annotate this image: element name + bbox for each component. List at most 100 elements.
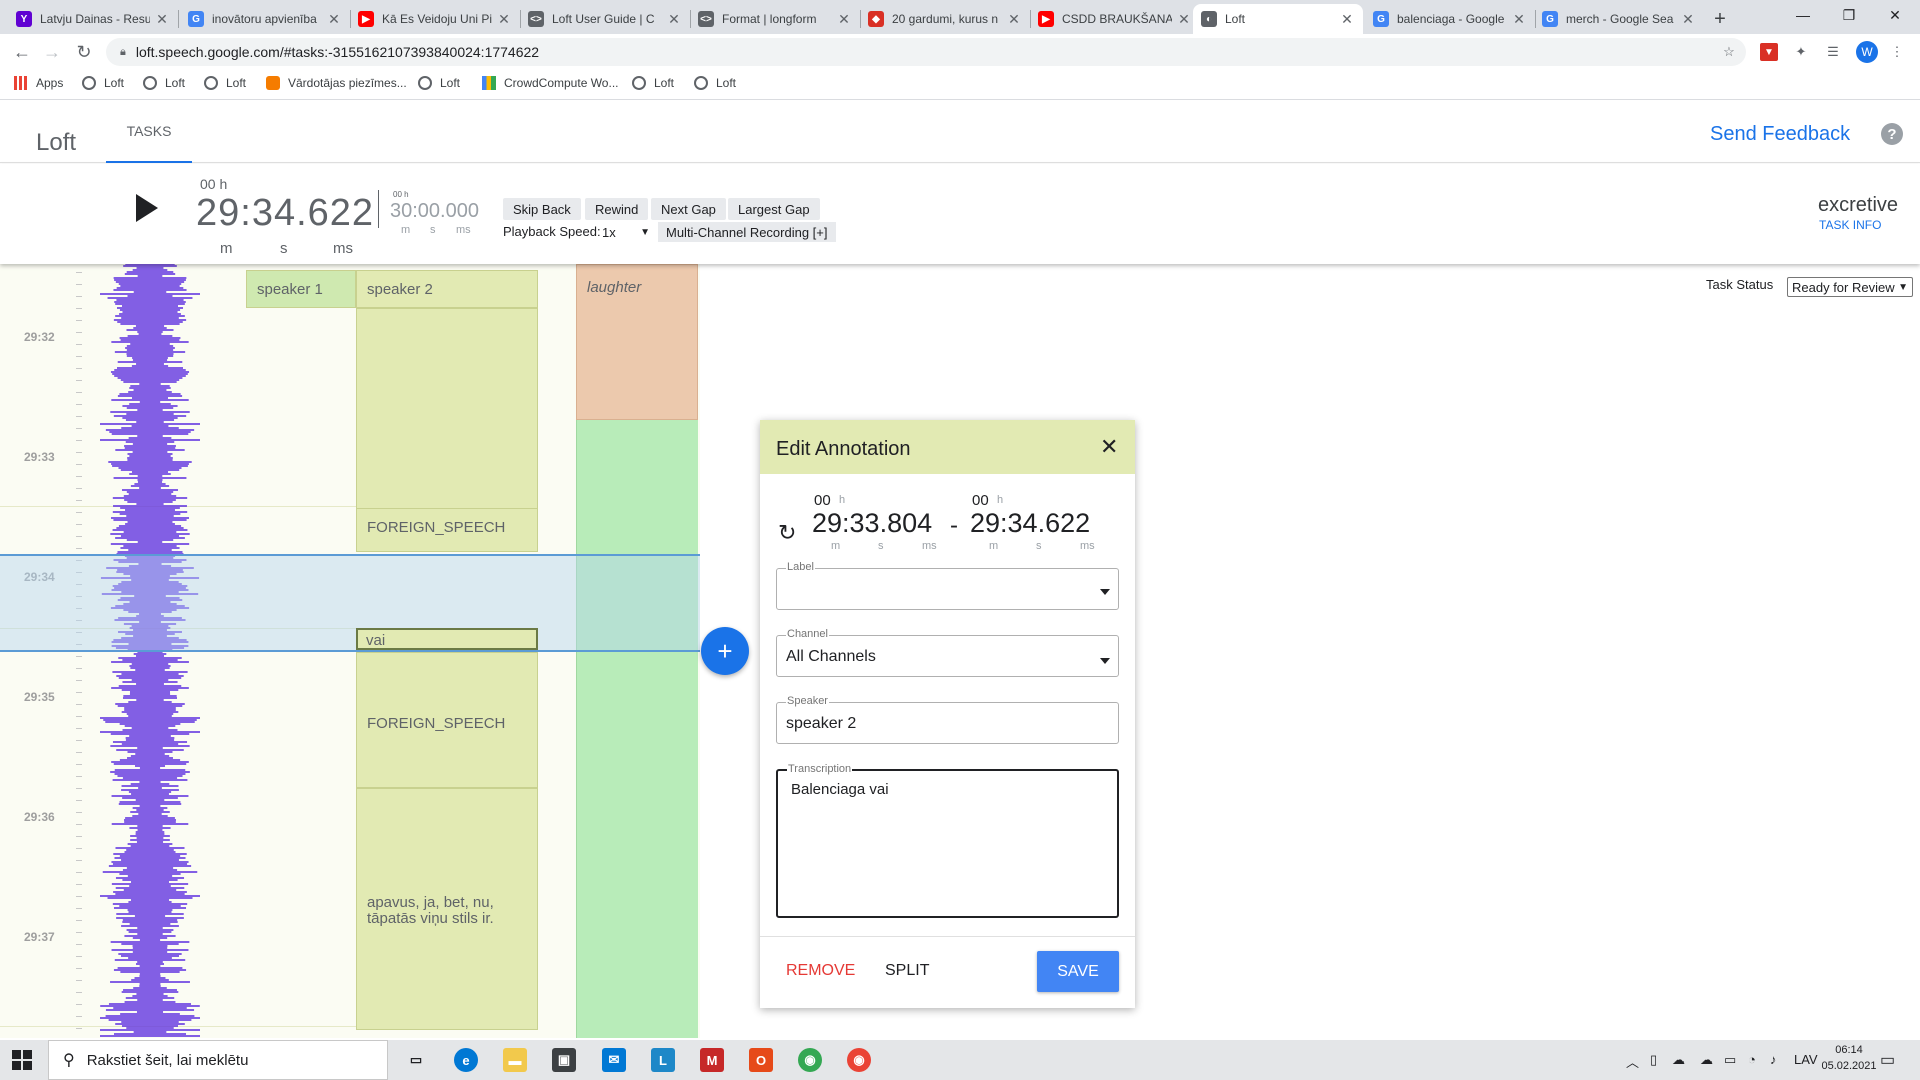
tab-close-icon[interactable]: ✕ [154, 11, 170, 28]
rewind-button[interactable]: Rewind [585, 198, 649, 220]
tab-close-icon[interactable]: ✕ [1176, 11, 1192, 28]
speaker-field[interactable]: Speaker speaker 2 [776, 695, 1119, 744]
browser-tab[interactable]: Y Latvju Dainas - Resu ✕ [8, 4, 178, 34]
extensions-puzzle-icon[interactable]: ✦ [1792, 43, 1810, 61]
start-time[interactable]: 29:33.804 [812, 508, 932, 539]
browser-tab[interactable]: Gbalenciaga - Google ✕ [1365, 4, 1535, 34]
playback-speed-select[interactable]: 1x ▼ [602, 222, 650, 242]
tab-close-icon[interactable]: ✕ [1006, 11, 1022, 28]
end-time[interactable]: 29:34.622 [970, 508, 1090, 539]
tab-close-icon[interactable]: ✕ [1339, 11, 1355, 28]
bookmark-item[interactable]: Loft [632, 76, 674, 90]
clock[interactable]: 06:14 05.02.2021 [1821, 1044, 1877, 1072]
mail-icon[interactable]: ✉ [602, 1048, 626, 1072]
office-icon[interactable]: O [749, 1048, 773, 1072]
largest-gap-button[interactable]: Largest Gap [728, 198, 820, 220]
reset-time-icon[interactable]: ↻ [778, 520, 796, 546]
bookmark-item[interactable]: CrowdCompute Wo... [482, 76, 619, 90]
file-explorer-icon[interactable]: ▬ [503, 1048, 527, 1072]
transcription-field[interactable]: Transcription Balenciaga vai [776, 763, 1119, 918]
split-button[interactable]: SPLIT [885, 962, 929, 980]
extension-pocket-icon[interactable]: ▼ [1760, 43, 1778, 61]
label-select[interactable]: Label [776, 561, 1119, 610]
segment-foreign-speech[interactable]: FOREIGN_SPEECH [356, 508, 538, 552]
address-bar[interactable]: 🔒︎ loft.speech.google.com/#tasks:-315516… [106, 38, 1746, 66]
bookmark-item[interactable]: Loft [143, 76, 185, 90]
window-close-icon[interactable]: ✕ [1872, 0, 1918, 30]
remove-button[interactable]: REMOVE [786, 962, 855, 980]
task-info-link[interactable]: TASK INFO [1819, 218, 1881, 232]
multi-channel-toggle[interactable]: Multi-Channel Recording [+] [658, 222, 836, 242]
back-icon[interactable]: ← [8, 38, 36, 66]
reading-list-icon[interactable]: ☰ [1824, 43, 1842, 61]
bookmark-item[interactable]: Loft [694, 76, 736, 90]
bookmark-item[interactable]: Vārdotājas piezīmes... [266, 76, 407, 90]
segment-foreign-speech-2[interactable]: FOREIGN_SPEECH [356, 652, 538, 788]
start-unit-m: m [831, 540, 841, 552]
forward-icon[interactable]: → [38, 38, 66, 66]
tab-close-icon[interactable]: ✕ [326, 11, 342, 28]
tab-tasks[interactable]: TASKS [106, 101, 192, 163]
next-gap-button[interactable]: Next Gap [651, 198, 726, 220]
reload-icon[interactable]: ↻ [70, 38, 98, 66]
taskbar-search[interactable]: ⚲ Rakstiet šeit, lai meklētu [48, 1040, 388, 1080]
skip-back-button[interactable]: Skip Back [503, 198, 581, 220]
new-tab-button[interactable]: + [1706, 4, 1734, 34]
close-icon[interactable]: ✕ [1100, 434, 1118, 460]
add-annotation-button[interactable]: + [701, 627, 749, 675]
browser-tab[interactable]: ▶ Kā Es Veidoju Uni Pi ✕ [350, 4, 520, 34]
chrome-profile-m-icon[interactable]: ◉ [798, 1048, 822, 1072]
profile-avatar[interactable]: W [1856, 41, 1878, 63]
segment-transcript[interactable]: apavus, ja, bet, nu, tāpatās viņu stils … [356, 788, 538, 1030]
edge-icon[interactable]: e [454, 1048, 478, 1072]
wifi-icon[interactable]: ◔ [1748, 1052, 1756, 1067]
notifications-icon[interactable]: ▭ [1880, 1050, 1895, 1070]
bookmark-item[interactable]: Loft [82, 76, 124, 90]
battery-icon[interactable]: ▭ [1724, 1052, 1736, 1068]
tray-chevron-up-icon[interactable]: ︿ [1626, 1052, 1639, 1071]
send-feedback-link[interactable]: Send Feedback [1710, 123, 1850, 146]
browser-tab[interactable]: Ginovātoru apvienība ✕ [180, 4, 350, 34]
speaker-1-header[interactable]: speaker 1 [246, 270, 356, 308]
browser-tab[interactable]: <> Loft User Guide | C ✕ [520, 4, 690, 34]
segment-vai-selected[interactable]: vai [356, 628, 538, 650]
browser-tab[interactable]: ◆ 20 gardumi, kurus n ✕ [860, 4, 1030, 34]
windows-start-icon[interactable] [12, 1050, 32, 1070]
chrome-profile-w-icon[interactable]: ◉ [847, 1048, 871, 1072]
browser-menu-icon[interactable]: ⋮ [1888, 43, 1906, 61]
save-button[interactable]: SAVE [1037, 951, 1119, 992]
tab-close-icon[interactable]: ✕ [1680, 11, 1696, 28]
mcafee-icon[interactable]: M [700, 1048, 724, 1072]
tab-close-icon[interactable]: ✕ [666, 11, 682, 28]
bookmark-item[interactable]: Loft [204, 76, 246, 90]
bookmark-item[interactable]: Loft [418, 76, 460, 90]
tab-close-icon[interactable]: ✕ [836, 11, 852, 28]
store-icon[interactable]: ▣ [552, 1048, 576, 1072]
bookmark-item[interactable]: Apps [14, 76, 63, 90]
l-app-icon[interactable]: L [651, 1048, 675, 1072]
speaker-2-header[interactable]: speaker 2 [356, 270, 538, 308]
task-status-select[interactable]: Ready for Review ▼ [1787, 277, 1913, 297]
browser-tab[interactable]: ▶ CSDD BRAUKŠANA ✕ [1030, 4, 1200, 34]
language-indicator[interactable]: LAV [1794, 1052, 1818, 1067]
browser-tab[interactable]: <> Format | longform ✕ [690, 4, 860, 34]
bookmark-star-icon[interactable]: ☆ [1720, 43, 1738, 61]
channel-select[interactable]: Channel All Channels [776, 628, 1119, 677]
browser-tab[interactable]: Gmerch - Google Sea ✕ [1534, 4, 1704, 34]
app-logo[interactable]: Loft [36, 129, 76, 157]
laughter-segment[interactable]: laughter [576, 264, 698, 420]
volume-icon[interactable]: ♪ [1770, 1052, 1777, 1067]
minimize-icon[interactable]: — [1780, 0, 1826, 30]
network-icon[interactable]: ☁ [1700, 1052, 1713, 1068]
tab-close-icon[interactable]: ✕ [496, 11, 512, 28]
tab-close-icon[interactable]: ✕ [1511, 11, 1527, 28]
play-icon[interactable] [136, 194, 158, 222]
tray-device-icon[interactable]: ▯ [1650, 1052, 1657, 1068]
annotation-timeline[interactable]: 29:32 29:33 29:34 29:35 29:36 29:37 speaker 1… [0, 264, 700, 1038]
onedrive-icon[interactable]: ☁ [1672, 1052, 1685, 1068]
restore-icon[interactable]: ❐ [1826, 0, 1872, 30]
task-view-icon[interactable]: ▭ [404, 1048, 428, 1072]
browser-tab[interactable]: ◐ Loft ✕ [1193, 4, 1363, 34]
help-icon[interactable]: ? [1881, 123, 1903, 145]
loft-icon [204, 76, 218, 90]
